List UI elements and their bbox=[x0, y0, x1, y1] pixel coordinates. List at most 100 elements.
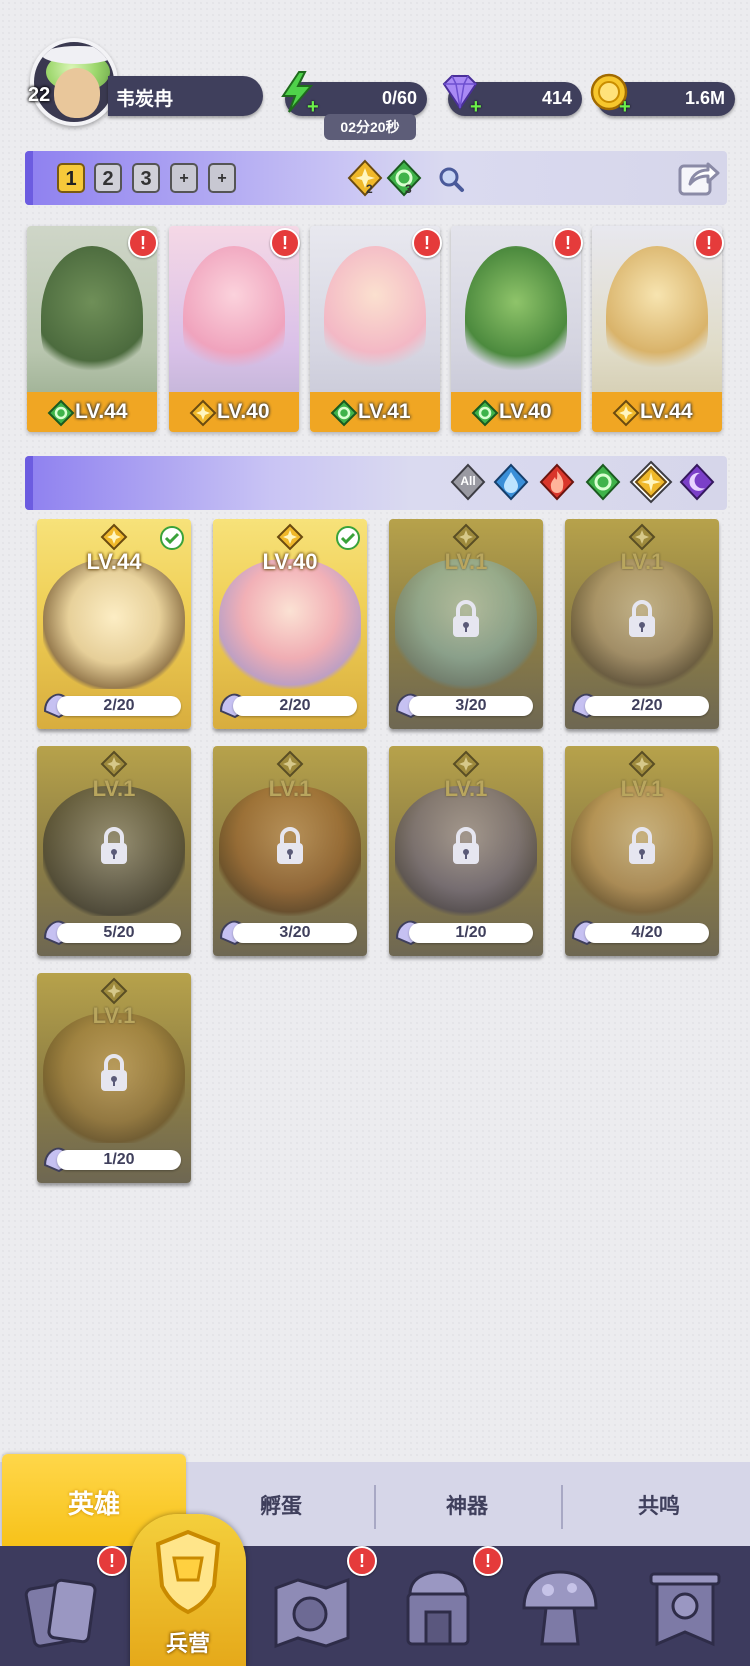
light-element-icon bbox=[347, 159, 383, 197]
hero-level: LV.40 bbox=[262, 549, 318, 574]
light-element-icon bbox=[100, 977, 128, 1005]
progress-text: 3/20 bbox=[279, 924, 311, 941]
dark-filter-icon[interactable] bbox=[677, 462, 717, 502]
lock-icon bbox=[629, 600, 655, 637]
fire-filter-icon[interactable] bbox=[537, 462, 577, 502]
wind-filter-icon[interactable] bbox=[583, 462, 623, 502]
team-tab-3[interactable]: 3 bbox=[132, 163, 160, 193]
lock-icon bbox=[453, 827, 479, 864]
hero-card-8[interactable]: LV.1 4/20 bbox=[565, 746, 719, 956]
share-icon[interactable] bbox=[676, 156, 720, 198]
team-hero-level: LV.40 bbox=[499, 400, 552, 423]
hero-shard-progress: 5/20 bbox=[57, 923, 181, 943]
gold-value: 1.6M bbox=[684, 88, 725, 108]
alert-badge: ! bbox=[553, 228, 583, 258]
alert-badge: ! bbox=[473, 1546, 503, 1576]
gem-value: 414 bbox=[541, 88, 572, 108]
light-element-icon bbox=[100, 750, 128, 778]
cards-nav-icon[interactable] bbox=[20, 1564, 104, 1654]
progress-text: 2/20 bbox=[279, 697, 311, 714]
hero-card-3[interactable]: LV.1 3/20 bbox=[389, 519, 543, 729]
hero-shard-progress: 1/20 bbox=[57, 1150, 181, 1170]
tab-heroes-label: 英雄 bbox=[67, 1489, 120, 1519]
hero-card-9[interactable]: LV.1 1/20 bbox=[37, 973, 191, 1183]
hero-level: LV.1 bbox=[620, 549, 664, 574]
tab-hatch[interactable]: 孵蛋 bbox=[260, 1490, 302, 1520]
team-tab-add-2[interactable]: + bbox=[208, 163, 236, 193]
barracks-nav-item[interactable]: 兵营 bbox=[130, 1514, 246, 1666]
light-element-icon bbox=[628, 750, 656, 778]
gold-counter[interactable]: + 1.6M bbox=[590, 73, 735, 118]
progress-text: 5/20 bbox=[103, 924, 135, 941]
team-hero-level: LV.41 bbox=[358, 400, 411, 423]
hero-shard-progress: 3/20 bbox=[409, 696, 533, 716]
wind-element-icon bbox=[386, 159, 422, 197]
light-element-icon bbox=[276, 750, 304, 778]
progress-text: 2/20 bbox=[631, 697, 663, 714]
hero-card-4[interactable]: LV.1 2/20 bbox=[565, 519, 719, 729]
progress-text: 4/20 bbox=[631, 924, 663, 941]
lock-icon bbox=[101, 1054, 127, 1091]
hero-level: LV.1 bbox=[444, 549, 488, 574]
check-icon bbox=[160, 526, 184, 550]
search-icon[interactable] bbox=[436, 164, 466, 194]
water-filter-icon[interactable] bbox=[491, 462, 531, 502]
alert-badge: ! bbox=[97, 1546, 127, 1576]
hero-portrait bbox=[43, 559, 185, 689]
filter-all[interactable]: All bbox=[448, 462, 488, 502]
alert-badge: ! bbox=[694, 228, 724, 258]
energy-value: 0/60 bbox=[381, 88, 417, 108]
hero-card-6[interactable]: LV.1 3/20 bbox=[213, 746, 367, 956]
hero-level: LV.1 bbox=[444, 776, 488, 801]
hero-shard-progress: 4/20 bbox=[585, 923, 709, 943]
tab-resonance[interactable]: 共鸣 bbox=[638, 1490, 680, 1520]
alert-badge: ! bbox=[347, 1546, 377, 1576]
hero-level: LV.1 bbox=[92, 776, 136, 801]
hero-card-2[interactable]: LV.40 2/20 bbox=[213, 519, 367, 729]
team-hero-level: LV.44 bbox=[75, 400, 128, 423]
shop-nav-icon[interactable] bbox=[396, 1564, 480, 1654]
light-element-icon bbox=[276, 523, 304, 551]
gem-counter[interactable]: + 414 bbox=[442, 75, 582, 118]
hero-shard-progress: 3/20 bbox=[233, 923, 357, 943]
progress-text: 3/20 bbox=[455, 697, 487, 714]
hero-shard-progress: 1/20 bbox=[409, 923, 533, 943]
progress-text: 1/20 bbox=[455, 924, 487, 941]
hero-level: LV.1 bbox=[92, 1003, 136, 1028]
hero-level: LV.44 bbox=[86, 549, 142, 574]
team-tab-1[interactable]: 1 bbox=[57, 163, 85, 193]
mushroom-nav-icon[interactable] bbox=[518, 1564, 602, 1654]
map-nav-icon[interactable] bbox=[270, 1564, 354, 1654]
hero-shard-progress: 2/20 bbox=[585, 696, 709, 716]
barracks-label: 兵营 bbox=[165, 1631, 210, 1656]
energy-timer: 02分20秒 bbox=[324, 114, 416, 140]
hero-portrait bbox=[324, 246, 426, 386]
filter-all-label: All bbox=[460, 474, 476, 488]
hero-card-7[interactable]: LV.1 1/20 bbox=[389, 746, 543, 956]
light-element-count: 2 bbox=[366, 182, 373, 196]
tab-artifact[interactable]: 神器 bbox=[446, 1490, 488, 1520]
alert-badge: ! bbox=[128, 228, 158, 258]
light-element-icon bbox=[452, 750, 480, 778]
player-name-bar[interactable]: 韦炭冉 bbox=[108, 76, 263, 116]
tab-divider bbox=[374, 1485, 376, 1529]
wind-element-icon bbox=[330, 399, 358, 427]
hero-shard-progress: 2/20 bbox=[233, 696, 357, 716]
barracks-icon bbox=[155, 1529, 221, 1615]
light-element-icon bbox=[100, 523, 128, 551]
hero-card-1[interactable]: LV.44 2/20 bbox=[37, 519, 191, 729]
hero-level: LV.1 bbox=[620, 776, 664, 801]
hero-portrait bbox=[183, 246, 285, 386]
progress-text: 1/20 bbox=[103, 1151, 135, 1168]
team-hero-level: LV.44 bbox=[640, 400, 693, 423]
player-avatar[interactable] bbox=[30, 38, 118, 126]
guild-banner-nav-icon[interactable] bbox=[643, 1564, 727, 1654]
background-pattern bbox=[0, 0, 750, 1460]
light-filter-icon[interactable] bbox=[629, 460, 673, 504]
energy-counter[interactable]: + 0/60 bbox=[281, 71, 427, 118]
team-tab-add-1[interactable]: + bbox=[170, 163, 198, 193]
alert-badge: ! bbox=[270, 228, 300, 258]
light-element-icon bbox=[628, 523, 656, 551]
team-tab-2[interactable]: 2 bbox=[94, 163, 122, 193]
hero-card-5[interactable]: LV.1 5/20 bbox=[37, 746, 191, 956]
